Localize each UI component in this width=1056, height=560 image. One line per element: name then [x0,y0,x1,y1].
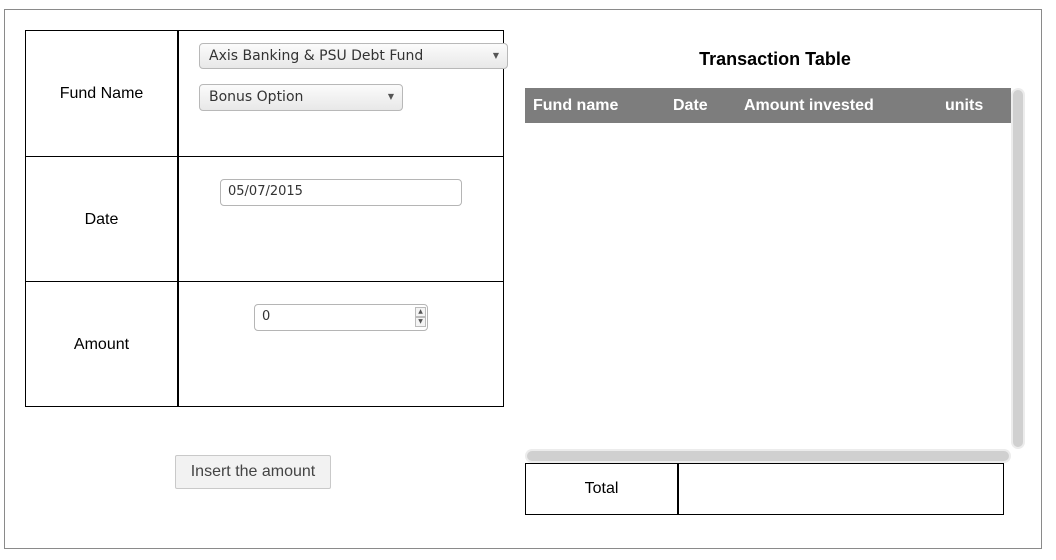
fund-select[interactable]: Axis Banking & PSU Debt Fund ▼ [199,43,508,69]
spinner-up-icon[interactable]: ▲ [415,307,426,317]
amount-input-value: 0 [262,309,271,324]
amount-row: Amount [26,281,503,407]
chevron-down-icon: ▼ [492,51,499,60]
fund-name-label: Fund Name [26,31,179,156]
option-select-value: Bonus Option [209,89,304,105]
vertical-scrollbar[interactable] [1011,88,1025,449]
insert-amount-button[interactable]: Insert the amount [175,455,331,489]
spinner-down-icon[interactable]: ▼ [415,317,426,327]
amount-spinner[interactable]: ▲ ▼ [415,307,426,328]
vertical-scrollbar-thumb[interactable] [1013,90,1023,447]
column-header-units: units [945,97,984,114]
total-label: Total [526,464,679,514]
amount-label: Amount [26,282,179,407]
transaction-table-title: Transaction Table [699,49,851,69]
date-row: Date [26,156,503,282]
total-table: Total [525,463,1004,515]
column-header-date: Date [673,97,708,114]
horizontal-scrollbar[interactable] [525,449,1011,463]
column-header-fund-name: Fund name [533,97,619,114]
date-input-value: 05/07/2015 [228,184,303,199]
column-header-amount-invested: Amount invested [744,97,874,114]
date-label: Date [26,157,179,282]
amount-input[interactable]: 0 ▲ ▼ [254,304,428,331]
option-select[interactable]: Bonus Option ▼ [199,84,403,111]
transaction-table-header: Fund name Date Amount invested units [525,88,1011,123]
date-input[interactable]: 05/07/2015 [220,179,462,206]
horizontal-scrollbar-thumb[interactable] [527,451,1009,461]
chevron-down-icon: ▼ [387,92,394,101]
fund-select-value: Axis Banking & PSU Debt Fund [209,48,424,64]
